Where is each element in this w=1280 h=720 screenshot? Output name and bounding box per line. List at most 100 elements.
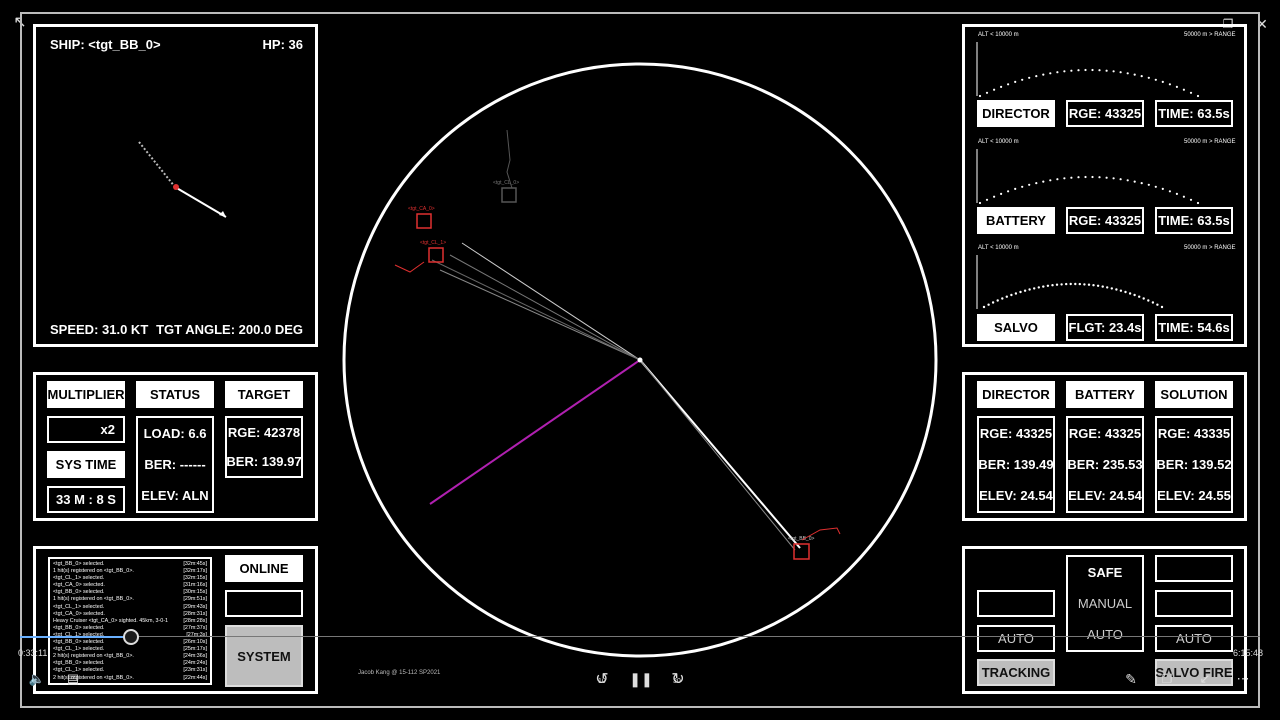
pause-icon[interactable]: ❚❚	[629, 668, 652, 690]
salvo-arc-dot	[1124, 290, 1127, 294]
director-arc-dot	[1042, 73, 1045, 76]
log-entry: <tgt_BB_0> selected. [30m:15s]	[53, 589, 207, 596]
battery-trajectory-button[interactable]: BATTERY	[977, 207, 1055, 234]
battery-arc-dot	[1028, 183, 1031, 186]
log-entry-time: [32m:17s]	[183, 568, 207, 575]
system-button[interactable]: SYSTEM	[225, 625, 303, 687]
online-button[interactable]: ONLINE	[225, 555, 303, 582]
log-entry-text: <tgt_BB_0> selected.	[53, 639, 105, 646]
salvo-arc-dot	[1028, 288, 1031, 291]
director-trajectory-button[interactable]: DIRECTOR	[977, 100, 1055, 127]
battery-arc-dot	[1014, 187, 1017, 190]
battery-arc-dot	[1049, 179, 1052, 182]
more-options-icon[interactable]: ⋯	[1234, 670, 1252, 688]
log-entry-text: 1 hit(s) registered on <tgt_BB_0>.	[53, 568, 134, 575]
log-entry: 1 hit(s) registered on <tgt_BB_0>. [32m:1…	[53, 568, 207, 575]
director-trajectory	[976, 42, 1200, 98]
tracking-button[interactable]: TRACKING	[977, 659, 1055, 686]
salvo-arc-dot	[1005, 295, 1008, 298]
event-log[interactable]: <tgt_BB_0> selected. [32m:45s] 1 hit(s) re…	[48, 557, 212, 685]
salvo-arc-dot	[1010, 293, 1013, 297]
battery-column-button[interactable]: BATTERY	[1066, 381, 1144, 408]
battery-arc-dot	[1007, 190, 1010, 193]
salvo-arc-dot	[1019, 290, 1022, 294]
seek-thumb[interactable]	[123, 629, 140, 645]
director-arc-dot	[1112, 70, 1115, 73]
volume-icon[interactable]: 🔈	[28, 670, 46, 688]
log-entry-time: [25m:17s]	[183, 646, 207, 653]
director-arc-dot	[1021, 78, 1024, 81]
salvo-arc-dot	[1101, 285, 1104, 288]
salvo-trajectory	[976, 255, 1164, 309]
target-trail-cl1	[394, 261, 425, 273]
status-button[interactable]: STATUS	[136, 381, 214, 408]
fire-line	[639, 359, 801, 549]
log-entry-time: [23m:31s]	[183, 667, 207, 674]
director-arc-dot	[1161, 80, 1164, 83]
bearing-line	[431, 259, 641, 361]
right-blank-button[interactable]	[1155, 590, 1233, 617]
salvo-trajectory-flgt: FLGT: 23.4s	[1066, 314, 1144, 341]
director-arc-dot	[1000, 85, 1003, 88]
director-range-label: 50000 m > RANGE	[1184, 32, 1236, 38]
left-blank-button[interactable]	[977, 590, 1055, 617]
director-arc-dot	[1077, 69, 1080, 72]
salvo-arc-dot	[1001, 297, 1004, 300]
salvo-arc-dot	[1042, 285, 1045, 288]
pencil-icon[interactable]: ✎	[1122, 670, 1140, 688]
battery-ber: BER: 235.53	[1067, 457, 1143, 472]
target-readout: RGE: 42378 BER: 139.97	[225, 416, 303, 478]
director-arc-dot	[985, 91, 989, 94]
own-ship-marker	[637, 357, 643, 363]
target-label-bb0: <tgt_BB_0>	[788, 536, 814, 542]
auto-mode[interactable]: AUTO	[1087, 627, 1123, 642]
ship-marker	[173, 184, 179, 190]
log-entry: 2 hit(s) registered on <tgt_BB_0>. [24m:3…	[53, 653, 207, 660]
battery-arc-dot	[1196, 201, 1200, 205]
bearing-line	[461, 242, 641, 361]
seek-track[interactable]	[20, 636, 1260, 637]
director-arc-dots	[978, 68, 1200, 98]
director-arc-dot	[1126, 72, 1129, 75]
salvo-trajectory-button[interactable]: SALVO	[977, 314, 1055, 341]
fullscreen-icon[interactable]: ↙	[1196, 670, 1214, 688]
log-entry: <tgt_CL_1> selected. [25m:17s]	[53, 646, 207, 653]
director-arc-dot	[1084, 68, 1087, 72]
multiplier-button[interactable]: MULTIPLIER	[47, 381, 125, 408]
salvo-arc-dot	[1037, 286, 1040, 289]
director-arc-dot	[1035, 75, 1038, 78]
miniplayer-icon[interactable]: ❐	[1158, 670, 1176, 688]
director-arc-dot	[1119, 71, 1122, 74]
director-arc-dot	[1189, 91, 1193, 94]
battery-arc-dot	[1168, 190, 1171, 193]
salvo-arc-dot	[1151, 301, 1155, 304]
director-column-button[interactable]: DIRECTOR	[977, 381, 1055, 408]
seek-progress	[20, 636, 130, 638]
log-entry-time: [28m:28s]	[183, 617, 207, 624]
salvo-trajectory-time: TIME: 54.6s	[1155, 314, 1233, 341]
safe-mode[interactable]: SAFE	[1088, 565, 1123, 580]
solution-column-button[interactable]: SOLUTION	[1155, 381, 1233, 408]
sys-time-button[interactable]: SYS TIME	[47, 451, 125, 478]
manual-mode[interactable]: MANUAL	[1078, 596, 1132, 611]
salvo-arc-dot	[1065, 282, 1068, 286]
right-blank-top-button[interactable]	[1155, 555, 1233, 582]
salvo-arc-dot	[1083, 283, 1086, 286]
log-entry: <tgt_CL_1> selected. [29m:43s]	[53, 604, 207, 611]
battery-arc-dot	[1140, 182, 1143, 185]
battery-arc-dot	[1021, 185, 1024, 188]
right-auto-button[interactable]: AUTO	[1155, 625, 1233, 652]
mode-selector[interactable]: SAFE MANUAL AUTO	[1066, 555, 1144, 652]
salvo-arc-dots	[982, 282, 1164, 309]
battery-arc-dot	[1084, 175, 1087, 179]
salvo-arc-dot	[991, 301, 995, 304]
captions-icon[interactable]: ▤	[64, 670, 82, 688]
log-entry-text: <tgt_CL_1> selected.	[53, 646, 105, 653]
target-button[interactable]: TARGET	[225, 381, 303, 408]
battery-arc-dot	[1042, 180, 1045, 183]
salvo-arc-dot	[1160, 305, 1164, 309]
salvo-arc-dot	[1133, 293, 1136, 297]
log-entry-time: [24m:24s]	[183, 660, 207, 667]
left-auto-button[interactable]: AUTO	[977, 625, 1055, 652]
battery-arc-dot	[1077, 176, 1080, 179]
